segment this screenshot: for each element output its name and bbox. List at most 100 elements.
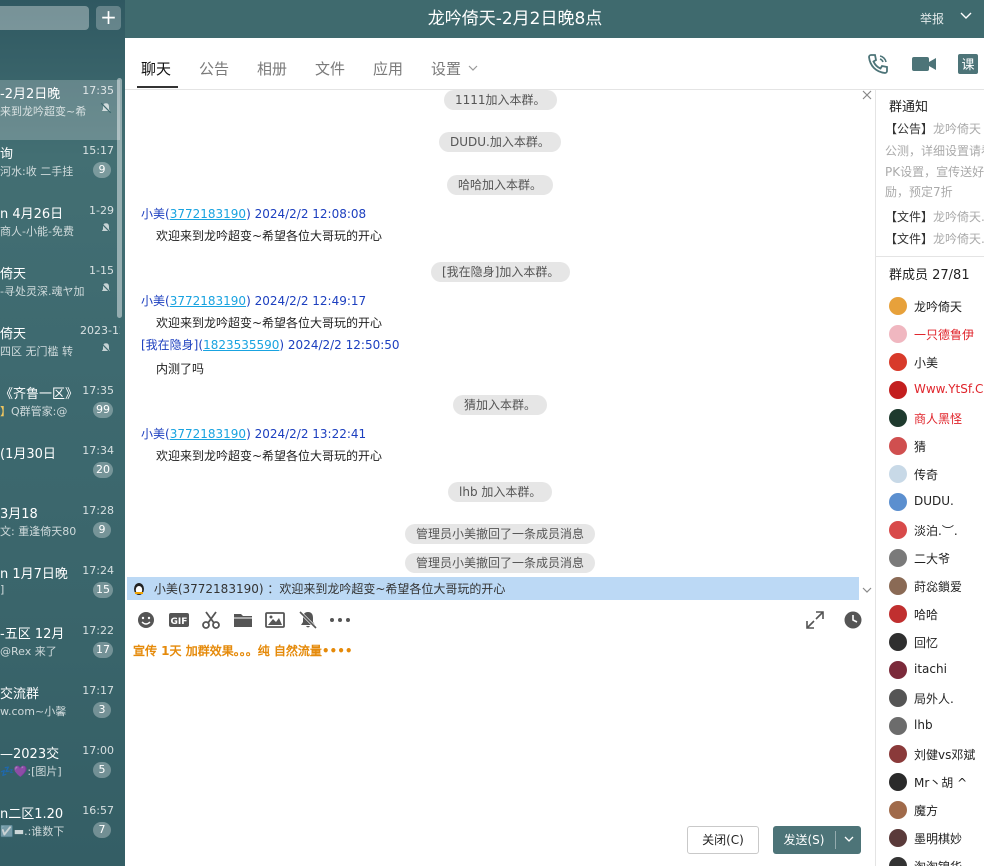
expand-icon[interactable]: [805, 610, 825, 630]
conversation-item[interactable]: —2023交 17:00 💤💜:[图片] 5: [0, 740, 120, 800]
member-item[interactable]: 淘淘锦华: [889, 855, 984, 866]
sender-qq-link[interactable]: 3772183190: [170, 294, 246, 308]
member-item[interactable]: lhb: [889, 715, 984, 737]
system-notice: 管理员小美撤回了一条成员消息: [405, 524, 596, 544]
member-item[interactable]: 猜: [889, 435, 984, 457]
sender-name[interactable]: 小美: [141, 207, 165, 221]
send-button-divider: [835, 831, 836, 849]
unread-badge: 20: [93, 462, 113, 478]
gif-icon[interactable]: GIF: [168, 610, 190, 630]
tab-apps[interactable]: 应用: [373, 58, 403, 79]
chevron-down-icon[interactable]: [959, 8, 973, 26]
message-header[interactable]: 小美(3772183190) 2024/2/2 12:08:08: [141, 205, 366, 222]
history-clock-icon[interactable]: [843, 610, 863, 630]
tab-album[interactable]: 相册: [257, 58, 287, 79]
conversation-name: -2月2日晚: [0, 87, 61, 102]
member-item[interactable]: 一只德鲁伊: [889, 323, 984, 345]
conversation-item[interactable]: 倚天 1-15 -寻处灵深.魂ヤ加: [0, 260, 120, 320]
member-name: itachi: [914, 662, 947, 676]
member-name: 猜: [914, 440, 927, 454]
member-item[interactable]: DUDU.: [889, 491, 984, 513]
member-item[interactable]: Www.YtSf.Co: [889, 379, 984, 401]
message-header[interactable]: 小美(3772183190) 2024/2/2 13:22:41: [141, 425, 366, 442]
scissors-icon[interactable]: [201, 610, 221, 630]
scroll-down-icon[interactable]: [862, 584, 872, 598]
member-item[interactable]: 传奇: [889, 463, 984, 485]
sender-name[interactable]: 小美: [141, 427, 165, 441]
conversation-time: 17:28: [82, 504, 114, 517]
conversation-item[interactable]: (1月30日 17:34 20: [0, 440, 120, 500]
conversation-item[interactable]: n 4月26日 1-29 商人-小能-免费: [0, 200, 120, 260]
message-time: 2024/2/2 12:50:50: [287, 338, 400, 352]
report-link[interactable]: 举报: [920, 10, 944, 27]
member-item[interactable]: 淡泊.︶.: [889, 519, 984, 541]
chat-message-area[interactable]: 1111加入本群。 DUDU.加入本群。 哈哈加入本群。 小美(3772183190)…: [125, 90, 875, 600]
notice-file-2[interactable]: 【文件】龙吟倚天.: [885, 230, 984, 247]
member-item[interactable]: 商人黑怪: [889, 407, 984, 429]
announcement-tag: 【公告】: [885, 122, 934, 136]
conversation-item[interactable]: n二区1.20 16:57 ☑️▬.:谁数下 7: [0, 800, 120, 860]
emoji-icon[interactable]: [136, 610, 156, 630]
pinned-message-bar[interactable]: 小美(3772183190) ：欢迎来到龙吟超变~希望各位大哥玩的开心: [127, 577, 859, 600]
image-icon[interactable]: [265, 610, 285, 630]
member-item[interactable]: 刘健vs邓斌: [889, 743, 984, 765]
search-input[interactable]: [0, 6, 89, 30]
close-button[interactable]: 关闭(C): [687, 826, 759, 854]
member-item[interactable]: 二大爷: [889, 547, 984, 569]
conversation-item[interactable]: n 1月7日晚 17:24] 15: [0, 560, 120, 620]
sender-qq-link[interactable]: 3772183190: [170, 427, 246, 441]
preview-text: ]: [0, 583, 5, 596]
member-item[interactable]: 回忆: [889, 631, 984, 653]
active-tab-indicator: [137, 86, 178, 88]
conversation-item[interactable]: 倚天 2023-12-12 四区 无门槛 转: [0, 320, 120, 380]
phone-icon[interactable]: [866, 52, 890, 76]
folder-icon[interactable]: [233, 610, 253, 630]
member-item[interactable]: 魔方: [889, 799, 984, 821]
tab-files[interactable]: 文件: [315, 58, 345, 79]
member-item[interactable]: 哈哈: [889, 603, 984, 625]
member-item[interactable]: 龙吟倚天: [889, 295, 984, 317]
message-input[interactable]: 宣传 1天 加群效果。。。纯 自然流量••••: [125, 638, 875, 818]
window-title: 龙吟倚天-2月2日晚8点: [427, 9, 603, 29]
member-item[interactable]: 墨明棋妙: [889, 827, 984, 849]
sender-qq-link[interactable]: 3772183190: [170, 207, 246, 221]
notice-announcement[interactable]: 【公告】龙吟倚天: [885, 120, 981, 137]
sender-name[interactable]: 小美: [141, 294, 165, 308]
conversation-item[interactable]: -2月2日晚 17:35 来到龙吟超变~希: [0, 80, 120, 140]
file-tag: 【文件】: [885, 210, 934, 224]
conversation-item[interactable]: 交流群 17:17 w.com~小馨 3: [0, 680, 120, 740]
message-body: 欢迎来到龙吟超变~希望各位大哥玩的开心: [156, 316, 383, 330]
conversation-list: + -2月2日晚 17:35 来到龙吟超变~希询 15:17 河水:收 二手挂 9 n 4月…: [0, 0, 125, 866]
lesson-icon[interactable]: 课: [956, 52, 980, 76]
unread-badge: 5: [93, 762, 111, 778]
more-icon[interactable]: [328, 610, 352, 630]
conversation-item[interactable]: -五区 12月 17:22 @Rex 来了 17: [0, 620, 120, 680]
member-item[interactable]: 局外人.: [889, 687, 984, 709]
sender-name[interactable]: [我在隐身]: [141, 338, 198, 352]
conversation-preview: 文: 重逢倚天80: [0, 523, 88, 539]
conversation-item[interactable]: 3月18 17:28 文: 重逢倚天80 9: [0, 500, 120, 560]
message-header[interactable]: 小美(3772183190) 2024/2/2 12:49:17: [141, 292, 366, 309]
video-icon[interactable]: [910, 52, 938, 76]
notice-file-1[interactable]: 【文件】龙吟倚天.: [885, 208, 984, 225]
notice-title: 群通知: [889, 100, 929, 115]
close-icon[interactable]: [862, 90, 872, 104]
tab-announcement[interactable]: 公告: [199, 58, 229, 79]
tab-chat[interactable]: 聊天: [141, 58, 171, 79]
conversation-item[interactable]: 《齐鲁一区》 17:35 】Q群管家:@ 99: [0, 380, 120, 440]
chevron-down-icon[interactable]: [839, 826, 859, 854]
add-button[interactable]: +: [96, 6, 121, 30]
mute-bell-icon[interactable]: [298, 610, 318, 630]
avatar: [889, 381, 907, 399]
member-item[interactable]: 莳惢鎖爱: [889, 575, 984, 597]
send-button[interactable]: 发送(S): [773, 826, 861, 854]
member-item[interactable]: itachi: [889, 659, 984, 681]
member-item[interactable]: Mr丶胡 ^: [889, 771, 984, 793]
conversation-item[interactable]: 询 15:17 河水:收 二手挂 9: [0, 140, 120, 200]
sender-qq-link[interactable]: 1823535590: [203, 338, 279, 352]
member-item[interactable]: 小美: [889, 351, 984, 373]
preview-text: 河水:收 二手挂: [0, 165, 74, 178]
message-header[interactable]: [我在隐身](1823535590) 2024/2/2 12:50:50: [141, 336, 400, 353]
tab-settings[interactable]: 设置: [431, 58, 478, 79]
system-notice: DUDU.加入本群。: [439, 132, 561, 152]
